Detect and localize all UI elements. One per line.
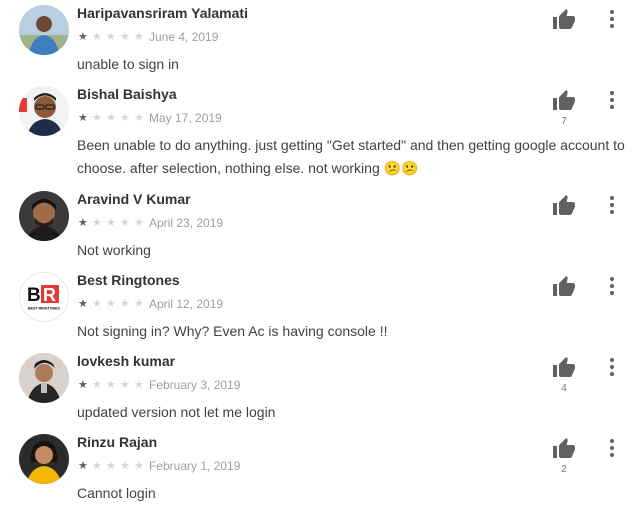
review-author: Best Ringtones [77,272,180,288]
rating: ★ ★ ★ ★ ★ April 23, 2019 [78,215,223,231]
rating: ★ ★ ★ ★ ★ May 17, 2019 [78,110,222,126]
thumbs-up-icon[interactable] [551,275,577,299]
star-icon: ★ [92,459,102,472]
review-text: unable to sign in [77,56,179,72]
avatar[interactable] [19,191,69,241]
more-vert-icon[interactable] [602,356,622,378]
review-text: Been unable to do anything. just getting… [77,137,625,176]
star-rating: ★ ★ ★ ★ ★ [78,460,148,472]
thumbs-up-icon[interactable] [551,8,577,32]
star-icon: ★ [92,216,102,229]
rating: ★ ★ ★ ★ ★ June 4, 2019 [78,29,218,45]
more-vert-icon[interactable] [602,194,622,216]
helpful-count: 4 [561,383,567,394]
review-date: April 12, 2019 [149,297,224,311]
rating: ★ ★ ★ ★ ★ February 1, 2019 [78,458,240,474]
avatar[interactable] [19,86,69,136]
rating: ★ ★ ★ ★ ★ April 12, 2019 [78,296,223,312]
helpful-count: 7 [561,116,567,127]
review-text: updated version not let me login [77,404,276,420]
review-author: Bishal Baishya [77,86,177,102]
star-icon: ★ [120,378,130,391]
star-icon: ★ [106,30,116,43]
thumbs-up-icon[interactable] [551,89,577,113]
review-date: May 17, 2019 [149,111,222,125]
rating: ★ ★ ★ ★ ★ February 3, 2019 [78,377,240,393]
logo-text-r: R [43,285,56,305]
star-rating: ★ ★ ★ ★ ★ [78,112,148,124]
star-icon: ★ [106,378,116,391]
star-icon: ★ [92,378,102,391]
review-text: Not working [77,242,151,258]
more-vert-icon[interactable] [602,437,622,459]
star-icon: ★ [120,297,130,310]
star-icon: ★ [78,459,88,472]
star-rating: ★ ★ ★ ★ ★ [78,31,148,43]
star-icon: ★ [106,216,116,229]
star-rating: ★ ★ ★ ★ ★ [78,298,148,310]
helpful-count: 2 [561,464,567,475]
review-text: Not signing in? Why? Even Ac is having c… [77,323,388,339]
avatar[interactable] [19,434,69,484]
star-icon: ★ [92,30,102,43]
thumbs-up-icon[interactable] [551,437,577,461]
avatar[interactable] [19,353,69,403]
star-icon: ★ [134,30,144,43]
star-icon: ★ [78,30,88,43]
review-date: February 3, 2019 [149,378,241,392]
star-icon: ★ [134,297,144,310]
review-date: April 23, 2019 [149,216,224,230]
review-author: lovkesh kumar [77,353,176,369]
star-icon: ★ [134,111,144,124]
star-icon: ★ [120,111,130,124]
star-icon: ★ [106,459,116,472]
review-author: Aravind V Kumar [77,191,191,207]
star-icon: ★ [106,111,116,124]
logo-text-b: B [27,285,41,306]
review-date: February 1, 2019 [149,459,241,473]
star-rating: ★ ★ ★ ★ ★ [78,379,148,391]
more-vert-icon[interactable] [602,8,622,30]
star-icon: ★ [134,216,144,229]
review-text: Cannot login [77,485,156,501]
star-icon: ★ [92,111,102,124]
more-vert-icon[interactable] [602,275,622,297]
star-icon: ★ [78,216,88,229]
star-icon: ★ [92,297,102,310]
star-icon: ★ [78,297,88,310]
star-icon: ★ [78,378,88,391]
thumbs-up-icon[interactable] [551,356,577,380]
avatar[interactable] [19,5,69,55]
star-icon: ★ [134,378,144,391]
thumbs-up-icon[interactable] [551,194,577,218]
star-icon: ★ [120,30,130,43]
star-rating: ★ ★ ★ ★ ★ [78,217,148,229]
review-date: June 4, 2019 [149,30,219,44]
star-icon: ★ [134,459,144,472]
logo-subtext: BEST RINGTONES [28,307,60,311]
review-author: Rinzu Rajan [77,434,158,450]
avatar[interactable]: B R BEST RINGTONES [19,272,69,322]
star-icon: ★ [120,216,130,229]
star-icon: ★ [78,111,88,124]
more-vert-icon[interactable] [602,89,622,111]
review-author: Haripavansriram Yalamati [77,5,248,21]
star-icon: ★ [106,297,116,310]
star-icon: ★ [120,459,130,472]
